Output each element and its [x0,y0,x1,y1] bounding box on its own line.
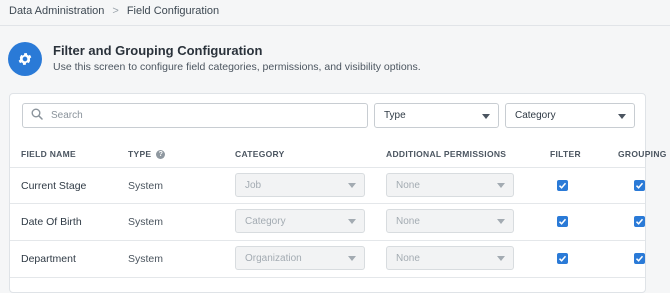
field-name-cell: Current Stage [21,180,87,192]
chevron-down-icon [348,183,356,188]
check-icon [558,218,567,225]
search-input[interactable] [51,110,351,121]
type-cell: System [128,216,164,228]
check-icon [558,182,567,189]
type-cell: System [128,253,164,265]
row-divider [10,203,645,204]
row-divider [10,167,645,168]
chevron-down-icon [497,183,505,188]
column-header-field-name: FIELD NAME [21,149,76,159]
permissions-select-value: None [396,215,420,227]
row-divider [10,240,645,241]
chevron-down-icon [618,114,626,119]
type-dropdown-label: Type [384,110,406,121]
grouping-checkbox[interactable] [634,253,645,264]
column-header-filter: FILTER [550,149,581,159]
check-icon [635,255,644,262]
chevron-down-icon [348,256,356,261]
chevron-down-icon [482,114,490,119]
page-title: Filter and Grouping Configuration [53,43,263,58]
type-dropdown[interactable]: Type [374,103,499,128]
permissions-select: None [386,173,514,197]
search-icon [31,107,43,125]
column-header-category: CATEGORY [235,149,285,159]
check-icon [635,218,644,225]
grouping-checkbox[interactable] [634,180,645,191]
category-select-value: Category [245,215,286,227]
field-name-cell: Department [21,253,76,265]
category-select: Organization [235,246,365,270]
field-name-cell: Date Of Birth [21,216,82,228]
column-header-type: TYPE ? [128,149,166,159]
chevron-down-icon [497,219,505,224]
check-icon [558,255,567,262]
permissions-select-value: None [396,179,420,191]
column-header-type-label: TYPE [128,149,152,159]
column-header-grouping: GROUPING [618,149,667,159]
page-subtitle: Use this screen to configure field categ… [53,61,421,73]
category-dropdown-label: Category [515,110,556,121]
search-box[interactable] [22,103,368,128]
permissions-select-value: None [396,252,420,264]
configuration-panel: Type Category FIELD NAME TYPE ? CATEGORY… [9,93,666,293]
category-select-value: Job [245,179,262,191]
category-select: Category [235,209,365,233]
row-divider [10,277,645,278]
permissions-select: None [386,209,514,233]
check-icon [635,182,644,189]
breadcrumb: Data Administration > Field Configuratio… [9,4,219,18]
header-divider [0,25,670,26]
grouping-checkbox[interactable] [634,216,645,227]
column-header-additional-permissions: ADDITIONAL PERMISSIONS [386,149,507,159]
gear-icon [8,42,42,76]
breadcrumb-item-data-administration[interactable]: Data Administration [9,5,104,17]
category-select-value: Organization [245,252,302,264]
filter-checkbox[interactable] [557,216,568,227]
breadcrumb-item-field-configuration: Field Configuration [126,5,220,17]
filter-checkbox[interactable] [557,253,568,264]
chevron-down-icon [497,256,505,261]
type-cell: System [128,180,164,192]
help-icon[interactable]: ? [156,149,166,159]
filter-checkbox[interactable] [557,180,568,191]
category-select: Job [235,173,365,197]
chevron-down-icon [348,219,356,224]
category-dropdown[interactable]: Category [505,103,635,128]
permissions-select: None [386,246,514,270]
breadcrumb-separator-icon: > [112,5,119,17]
